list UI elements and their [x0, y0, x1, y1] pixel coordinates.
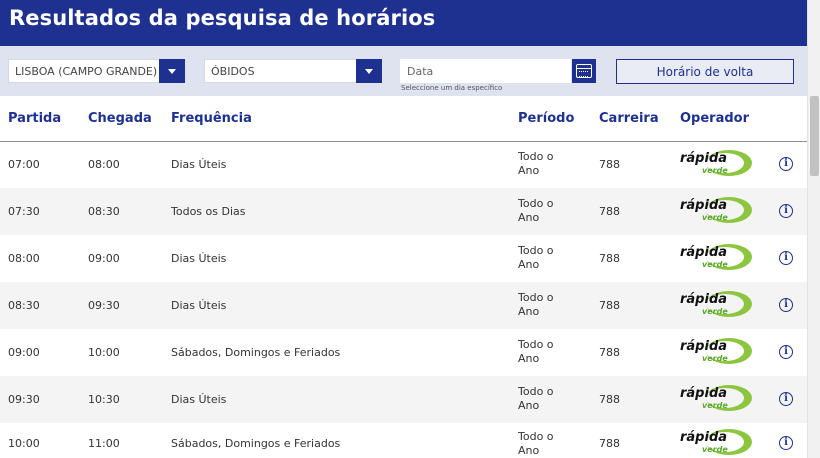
departure-time: 08:00	[8, 252, 40, 265]
info-icon[interactable]: i	[779, 298, 793, 312]
date-input[interactable]	[400, 59, 571, 83]
frequency: Dias Úteis	[171, 299, 227, 312]
search-filter-bar: LISBOA (CAMPO GRANDE) ÓBIDOS Seleccione …	[0, 46, 807, 96]
period: Todo o Ano	[518, 244, 554, 271]
destination-select[interactable]: ÓBIDOS	[204, 59, 382, 83]
arrival-time: 09:30	[88, 299, 120, 312]
table-header: Partida Chegada Frequência Período Carre…	[0, 96, 807, 142]
route-number: 788	[599, 437, 620, 450]
period: Todo o Ano	[518, 150, 554, 177]
departure-time: 07:30	[8, 205, 40, 218]
table-row: 08:30 09:30 Dias Úteis Todo o Ano 788 rá…	[0, 282, 807, 329]
arrival-time: 08:30	[88, 205, 120, 218]
info-icon[interactable]: i	[779, 436, 793, 450]
departure-time: 10:00	[8, 437, 40, 450]
route-number: 788	[599, 393, 620, 406]
column-header-frequency: Frequência	[171, 111, 252, 126]
route-number: 788	[599, 205, 620, 218]
period: Todo o Ano	[518, 430, 554, 457]
destination-value: ÓBIDOS	[211, 65, 255, 78]
departure-time: 08:30	[8, 299, 40, 312]
table-row: 08:00 09:00 Dias Úteis Todo o Ano 788 rá…	[0, 235, 807, 282]
operator-logo: rápida verde	[680, 337, 752, 367]
table-row: 09:00 10:00 Sábados, Domingos e Feriados…	[0, 329, 807, 376]
operator-logo: rápida verde	[680, 149, 752, 179]
period: Todo o Ano	[518, 338, 554, 365]
info-icon[interactable]: i	[779, 392, 793, 406]
info-icon[interactable]: i	[779, 251, 793, 265]
scrollbar-thumb[interactable]	[810, 96, 819, 176]
origin-value: LISBOA (CAMPO GRANDE)	[15, 65, 158, 78]
departure-time: 09:30	[8, 393, 40, 406]
frequency: Dias Úteis	[171, 158, 227, 171]
route-number: 788	[599, 252, 620, 265]
frequency: Dias Úteis	[171, 393, 227, 406]
page-title: Resultados da pesquisa de horários	[9, 6, 436, 30]
departure-time: 09:00	[8, 346, 40, 359]
column-header-arrival: Chegada	[88, 111, 152, 126]
table-row: 07:30 08:30 Todos os Dias Todo o Ano 788…	[0, 188, 807, 235]
period: Todo o Ano	[518, 385, 554, 412]
info-icon[interactable]: i	[779, 204, 793, 218]
route-number: 788	[599, 158, 620, 171]
operator-logo: rápida verde	[680, 196, 752, 226]
frequency: Todos os Dias	[171, 205, 246, 218]
arrival-time: 10:00	[88, 346, 120, 359]
column-header-departure: Partida	[8, 111, 62, 126]
departure-time: 07:00	[8, 158, 40, 171]
column-header-route: Carreira	[599, 111, 659, 126]
route-number: 788	[599, 346, 620, 359]
origin-select[interactable]: LISBOA (CAMPO GRANDE)	[8, 59, 185, 83]
route-number: 788	[599, 299, 620, 312]
calendar-icon	[576, 64, 592, 78]
frequency: Dias Úteis	[171, 252, 227, 265]
chevron-down-icon[interactable]	[159, 59, 185, 83]
column-header-operator: Operador	[680, 111, 750, 126]
table-row: 10:00 11:00 Sábados, Domingos e Feriados…	[0, 423, 807, 458]
info-icon[interactable]: i	[779, 345, 793, 359]
calendar-button[interactable]	[572, 59, 596, 83]
column-header-period: Período	[518, 111, 575, 126]
chevron-down-icon[interactable]	[356, 59, 382, 83]
period: Todo o Ano	[518, 291, 554, 318]
frequency: Sábados, Domingos e Feriados	[171, 346, 341, 359]
return-schedule-button[interactable]: Horário de volta	[616, 59, 794, 84]
table-row: 07:00 08:00 Dias Úteis Todo o Ano 788 rá…	[0, 141, 807, 188]
date-hint: Seleccione um dia específico	[401, 84, 503, 92]
arrival-time: 11:00	[88, 437, 120, 450]
operator-logo: rápida verde	[680, 290, 752, 320]
frequency: Sábados, Domingos e Feriados	[171, 437, 341, 450]
arrival-time: 10:30	[88, 393, 120, 406]
operator-logo: rápida verde	[680, 243, 752, 273]
operator-logo: rápida verde	[680, 384, 752, 414]
operator-logo: rápida verde	[680, 428, 752, 458]
scrollbar[interactable]	[807, 0, 820, 458]
info-icon[interactable]: i	[779, 157, 793, 171]
table-row: 09:30 10:30 Dias Úteis Todo o Ano 788 rá…	[0, 376, 807, 423]
arrival-time: 08:00	[88, 158, 120, 171]
arrival-time: 09:00	[88, 252, 120, 265]
period: Todo o Ano	[518, 197, 554, 224]
title-bar: Resultados da pesquisa de horários	[0, 0, 807, 46]
